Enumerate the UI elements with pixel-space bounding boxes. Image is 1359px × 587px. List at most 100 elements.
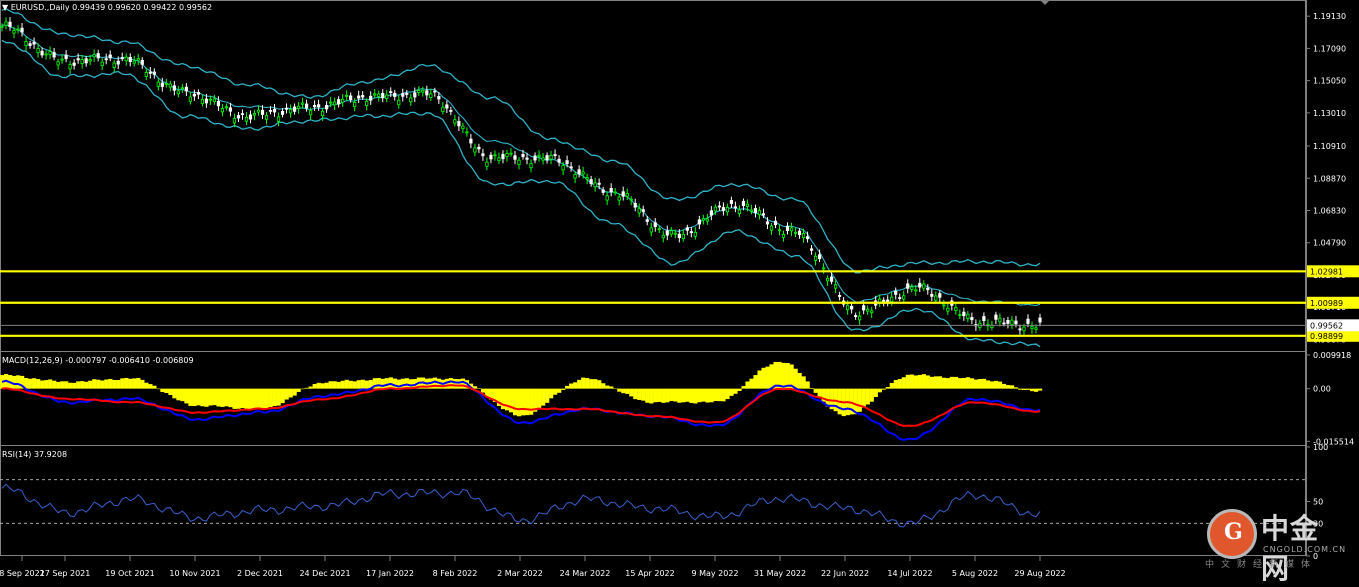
candle-body [501,153,505,160]
macd-histogram-bar [901,377,906,389]
macd-histogram-bar [809,387,814,389]
candle-body [998,317,1002,323]
candle-body [557,158,561,163]
candle-body [906,283,910,289]
candle-body [910,286,914,290]
candle-body [761,213,766,216]
candle-body [12,30,16,34]
macd-histogram-bar [380,378,385,389]
macd-histogram-bar [200,388,205,407]
macd-histogram-bar [665,388,670,403]
candle-body [733,206,738,209]
candle-body [232,118,237,124]
date-tick-label: 2 Mar 2022 [497,569,543,578]
candle-body [934,295,938,301]
macd-histogram-bar [905,374,910,389]
watermark-tagline: 中文财经新媒体 [1205,560,1318,570]
macd-histogram-bar [781,362,786,389]
macd-histogram-bar [705,388,710,403]
macd-histogram-bar [324,382,329,389]
candle-body [890,296,894,302]
macd-histogram-bar [244,388,249,409]
candle-body [272,108,277,113]
candle-body [653,222,657,228]
macd-histogram-bar [641,388,646,401]
macd-histogram-bar [348,380,353,389]
macd-histogram-bar [945,378,951,389]
candle-body [481,153,485,157]
macd-histogram-bar [248,388,253,410]
candle-body [152,71,156,75]
candle-body [108,54,112,59]
macd-histogram-bar [913,375,918,389]
date-tick-label: 2 Dec 2021 [237,569,283,578]
date-tick-label: 27 Sep 2021 [40,569,91,578]
candle-body [797,230,802,236]
price-tick-label: 1.13010 [1313,109,1346,118]
candle-body [1014,320,1018,325]
candle-body [389,91,393,94]
candle-body [509,152,513,155]
macd-histogram-bar [328,381,333,389]
candle-body [914,289,918,292]
candle-body [757,210,762,216]
candle-body [244,116,249,122]
macd-histogram-bar [280,388,285,404]
candle-body [204,98,208,104]
macd-histogram-bar [649,388,654,404]
macd-histogram-bar [364,380,369,389]
candle-body [325,105,329,110]
candle-body [954,307,958,311]
macd-histogram-bar [909,374,914,389]
macd-histogram-bar [1033,388,1039,392]
candle-body [577,169,581,175]
macd-histogram-bar [997,381,1003,389]
macd-histogram-bar [877,388,882,393]
macd-histogram-bar [1005,385,1011,389]
candle-body [212,98,217,102]
macd-histogram-bar [80,381,85,389]
macd-histogram-bar [577,379,582,389]
candle-body [52,52,56,58]
candle-body [773,220,778,226]
macd-histogram-bar [881,388,886,390]
candle-body [489,154,493,160]
candle-body [457,121,461,127]
date-tick-label: 14 Jul 2022 [887,569,932,578]
macd-histogram-bar [693,388,698,404]
macd-histogram-bar [929,376,934,389]
candle-body [88,59,92,62]
macd-histogram-bar [733,388,738,394]
candle-body [561,165,565,171]
macd-histogram-bar [701,388,706,402]
candle-body [353,101,357,108]
candle-body [469,138,473,144]
macd-histogram-bar [256,388,261,408]
macd-histogram-bar [216,388,221,407]
candle-body [132,60,136,64]
candle-body [1038,317,1042,323]
candle-body [164,82,168,85]
macd-histogram-bar [48,379,53,389]
macd-histogram-bar [765,366,770,389]
macd-histogram-bar [96,379,101,389]
candle-body [962,311,966,317]
symbol-header: ▼ EURUSD.,Daily 0.99439 0.99620 0.99422 … [2,3,213,12]
candle-body [425,90,429,96]
price-tick-label: 1.19130 [1313,12,1346,21]
macd-histogram-bar [240,388,245,408]
macd-histogram-bar [805,381,810,389]
candle-body [485,161,489,167]
candle-body [1022,326,1026,332]
candle-body [862,305,866,311]
macd-histogram-bar [673,388,678,402]
macd-histogram-bar [813,388,818,393]
macd-histogram-bar [993,380,999,389]
macd-histogram-bar [725,388,730,400]
candle-body [196,92,200,95]
candle-body [645,219,649,222]
macd-histogram-bar [92,379,97,389]
candle-body [813,255,818,261]
candle-body [601,189,605,193]
macd-histogram-bar [741,386,746,389]
